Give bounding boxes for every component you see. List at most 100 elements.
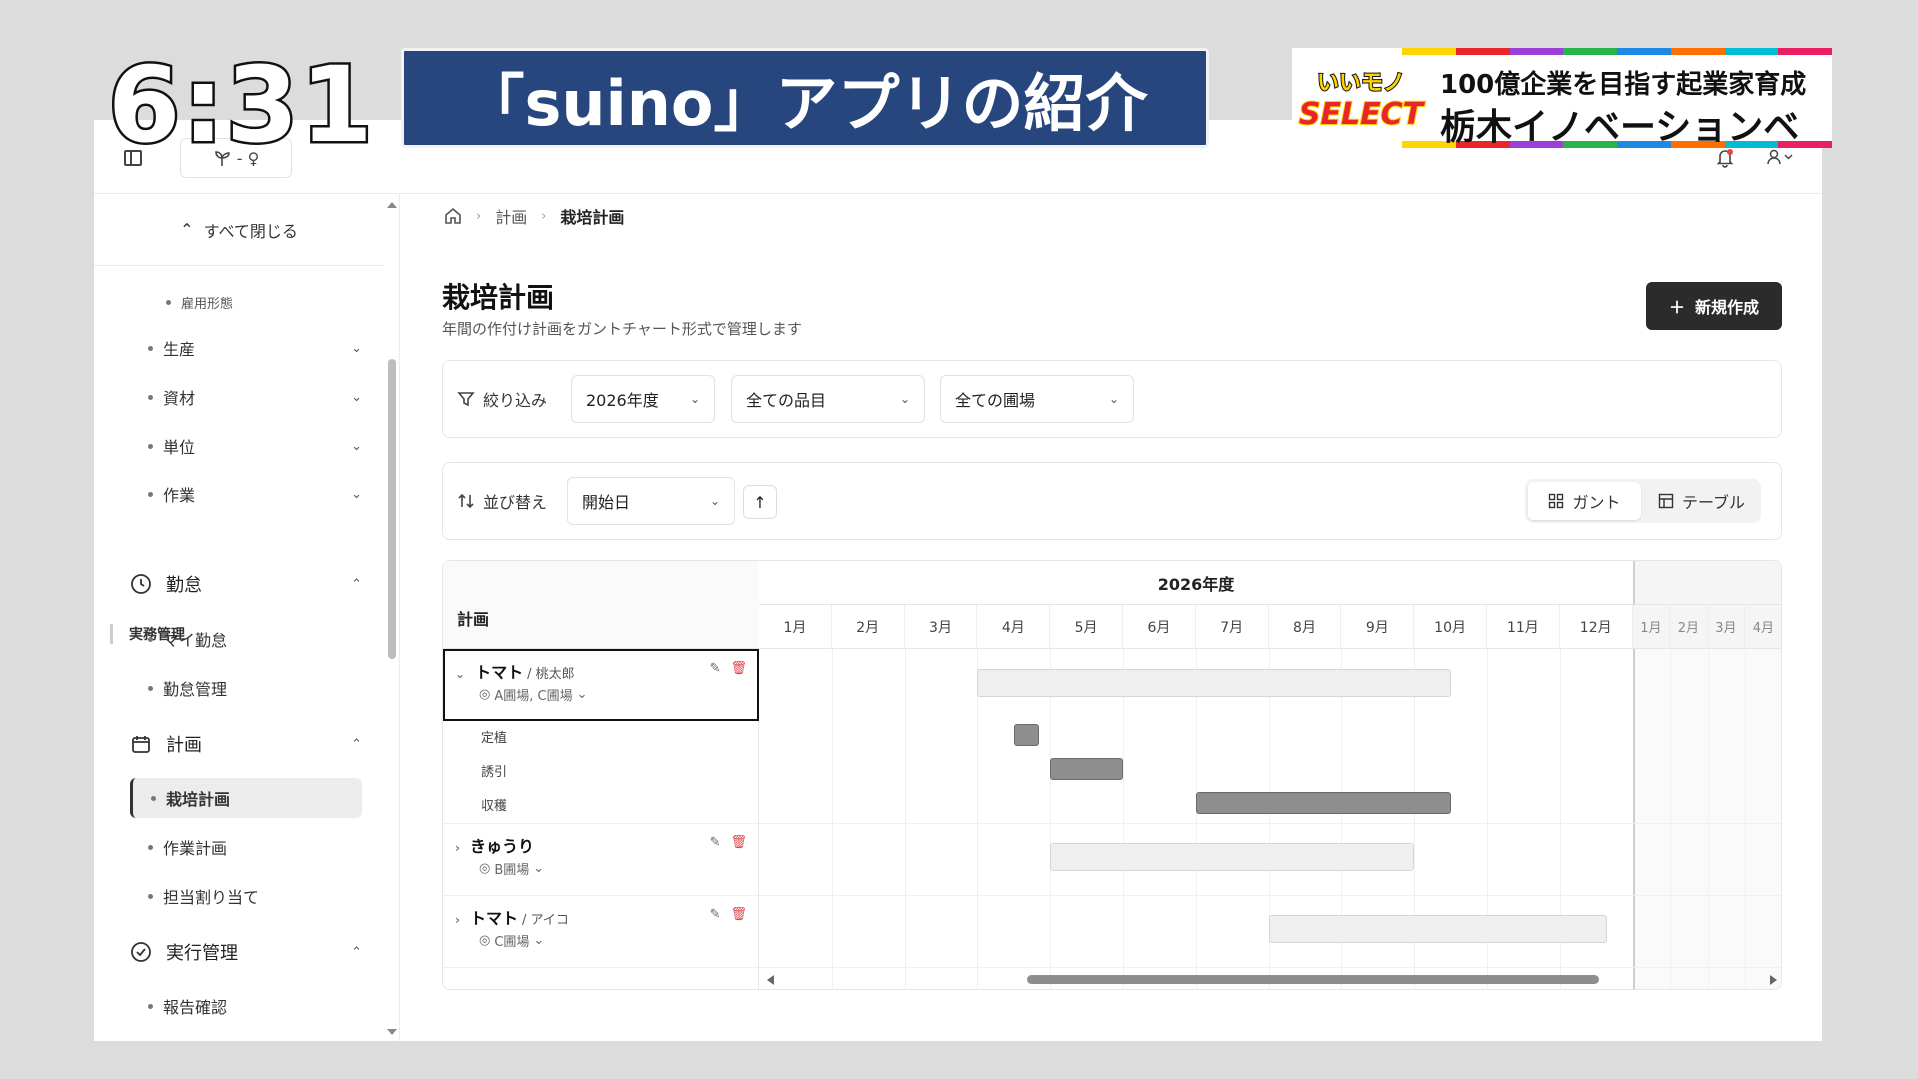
- sidebar-group-planning[interactable]: 計画 ⌃: [94, 722, 384, 766]
- bell-icon[interactable]: [1716, 148, 1734, 173]
- sidebar-item-work-plan[interactable]: 作業計画: [94, 827, 384, 867]
- plan-bar[interactable]: [1268, 915, 1608, 943]
- new-plan-button[interactable]: ＋ 新規作成: [1646, 282, 1782, 330]
- plan-bar[interactable]: [1050, 843, 1415, 871]
- item-select[interactable]: 全ての品目 ⌄: [731, 375, 925, 423]
- sidebar: ⌃ すべて閉じる 雇用形態 生産 ⌄ 資材 ⌄ 単位 ⌄ 作業 ⌄ 実務管理 勤…: [94, 194, 400, 1041]
- sidebar-item-work[interactable]: 作業 ⌄: [94, 474, 384, 514]
- trash-icon[interactable]: 🗑: [730, 907, 747, 922]
- plan-bar[interactable]: [977, 669, 1451, 697]
- task-bar[interactable]: [1013, 724, 1040, 746]
- chevron-down-icon: ⌄: [533, 861, 545, 876]
- home-icon[interactable]: [444, 207, 462, 225]
- view-table-button[interactable]: テーブル: [1645, 482, 1758, 520]
- plan-name: › トマト / アイコ: [455, 905, 569, 929]
- plan-fields-text: C圃場: [494, 935, 530, 950]
- month-header: 5月: [1050, 605, 1123, 649]
- plan-fields[interactable]: ◎ C圃場 ⌄: [479, 931, 544, 950]
- plan-fields[interactable]: ◎ A圃場, C圃場 ⌄: [479, 685, 588, 704]
- edit-icon[interactable]: ✎: [710, 661, 721, 676]
- filter-label: 絞り込み: [483, 391, 548, 410]
- chevron-down-icon[interactable]: ⌄: [455, 667, 465, 681]
- month-header: 6月: [1123, 605, 1196, 649]
- bullet-icon: [148, 491, 153, 497]
- chevrons-up-icon: ⌃: [180, 220, 194, 239]
- promo-line-1: 100億企業を目指す起業家育成: [1440, 70, 1807, 100]
- collapse-all-button[interactable]: ⌃ すべて閉じる: [94, 194, 384, 266]
- next-year-month-header: 2月: [1670, 605, 1708, 649]
- plan-fields[interactable]: ◎ B圃場 ⌄: [479, 859, 544, 878]
- sidebar-item-label: 担当割り当て: [163, 888, 260, 907]
- next-year-month-header: 4月: [1745, 605, 1781, 649]
- sidebar-item-employment-type[interactable]: 雇用形態: [94, 282, 384, 322]
- month-gridline: [1123, 649, 1124, 989]
- scroll-up-icon[interactable]: [387, 202, 397, 208]
- scroll-right-icon[interactable]: [1770, 975, 1777, 985]
- month-gridline: [1745, 649, 1747, 989]
- sidebar-item-label: 作業計画: [163, 839, 228, 858]
- year-select-value: 2026年度: [586, 391, 659, 410]
- main-content: › 計画 › 栽培計画 栽培計画 年間の作付け計画をガントチャート形式で管理しま…: [400, 194, 1822, 1041]
- check-circle-icon: [130, 941, 152, 963]
- stripe-segment: [1670, 48, 1725, 55]
- year-select[interactable]: 2026年度 ⌄: [571, 375, 715, 423]
- month-gridline: [1195, 649, 1197, 989]
- sidebar-item-assignment[interactable]: 担当割り当て: [94, 876, 384, 916]
- task-bar[interactable]: [1050, 758, 1123, 780]
- plan-actions: ✎ 🗑: [710, 907, 747, 922]
- month-header: 7月: [1195, 605, 1269, 649]
- trash-icon[interactable]: 🗑: [730, 835, 747, 850]
- task-label: 収穫: [481, 799, 508, 814]
- edit-icon[interactable]: ✎: [710, 835, 721, 850]
- sidebar-item-label: 勤怠管理: [163, 680, 228, 699]
- item-select-value: 全ての品目: [746, 391, 827, 410]
- user-menu[interactable]: [1766, 148, 1794, 170]
- chevron-up-icon: ⌃: [351, 736, 362, 752]
- promo-banner: いいモノ SELECT 100億企業を目指す起業家育成 栃木イノベーションベース: [1292, 48, 1832, 148]
- next-year-month-header: 3月: [1707, 605, 1746, 649]
- sort-direction-button[interactable]: ↑: [743, 485, 777, 519]
- app-window: - ♀ ⌃ すべて閉じる 雇用形態 生産 ⌄ 資材 ⌄ 単位 ⌄ 作業 ⌄ 実務…: [94, 120, 1822, 1041]
- plan-crop: きゅうり: [469, 837, 534, 856]
- sort-key-select[interactable]: 開始日 ⌄: [567, 477, 735, 525]
- chevron-down-icon: ⌄: [1108, 392, 1119, 406]
- sidebar-item-report-review[interactable]: 報告確認: [94, 986, 384, 1026]
- sidebar-item-production[interactable]: 生産 ⌄: [94, 328, 384, 368]
- plan-fields-text: B圃場: [494, 863, 530, 878]
- sidebar-scrollbar[interactable]: [386, 194, 398, 1041]
- year-boundary-line: [1632, 649, 1635, 989]
- gantt-horizontal-scrollbar[interactable]: [759, 969, 1781, 989]
- sidebar-item-attendance-management[interactable]: 勤怠管理: [94, 668, 384, 708]
- scroll-left-icon[interactable]: [767, 975, 774, 985]
- chevron-right-icon[interactable]: ›: [455, 913, 460, 927]
- sidebar-item-units[interactable]: 単位 ⌄: [94, 426, 384, 466]
- plan-crop: トマト: [475, 663, 524, 682]
- view-gantt-button[interactable]: ガント: [1528, 482, 1641, 520]
- scroll-down-icon[interactable]: [387, 1029, 397, 1035]
- bullet-icon: [148, 893, 153, 899]
- field-select[interactable]: 全ての圃場 ⌄: [940, 375, 1134, 423]
- sidebar-item-materials[interactable]: 資材 ⌄: [94, 377, 384, 417]
- chevron-right-icon[interactable]: ›: [455, 841, 460, 855]
- edit-icon[interactable]: ✎: [710, 907, 721, 922]
- sidebar-group-execution[interactable]: 実行管理 ⌃: [94, 930, 384, 974]
- month-header: 1月: [759, 605, 832, 649]
- sidebar-scroll-thumb[interactable]: [388, 359, 396, 659]
- plan-row[interactable]: › きゅうり ◎ B圃場 ⌄ ✎ 🗑: [443, 823, 759, 895]
- sidebar-item-my-attendance[interactable]: マイ勤怠: [94, 619, 384, 659]
- sidebar-item-cultivation-plan[interactable]: 栽培計画: [130, 778, 362, 818]
- location-pin-icon: ◎: [479, 687, 491, 702]
- gantt-scroll-thumb[interactable]: [1027, 975, 1599, 984]
- trash-icon[interactable]: 🗑: [730, 661, 747, 676]
- sidebar-group-attendance[interactable]: 勤怠 ⌃: [94, 562, 384, 606]
- plan-row[interactable]: ⌄ トマト / 桃太郎 ◎ A圃場, C圃場 ⌄ ✎ 🗑: [443, 649, 759, 721]
- task-bar[interactable]: [1195, 792, 1451, 814]
- plan-row[interactable]: › トマト / アイコ ◎ C圃場 ⌄ ✎ 🗑: [443, 895, 759, 967]
- chevron-down-icon: ⌄: [351, 389, 362, 405]
- promo-logo-bottom: SELECT: [1298, 96, 1424, 133]
- month-gridline: [977, 649, 979, 989]
- sidebar-item-label: 生産: [163, 340, 196, 359]
- plan-variety: / 桃太郎: [527, 667, 575, 682]
- breadcrumb-plan[interactable]: 計画: [495, 204, 527, 228]
- month-header: 3月: [904, 605, 978, 649]
